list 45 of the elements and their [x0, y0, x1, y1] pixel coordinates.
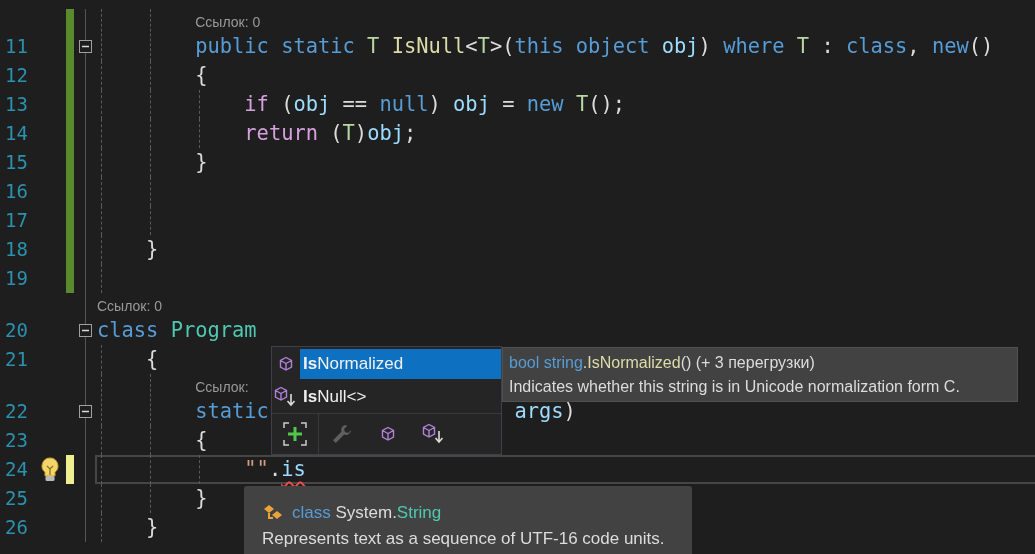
line-number: 24	[4, 457, 29, 482]
cube-arrow-icon	[274, 385, 298, 408]
line-number: 21	[4, 347, 29, 372]
code-line: {	[146, 347, 159, 371]
code-line: {	[195, 63, 208, 87]
type-description: Represents text as a sequence of UTF-16 code units.	[262, 528, 666, 550]
method-description: Indicates whether this string is in Unicode normalization form C.	[509, 377, 961, 397]
line-number: 12	[4, 63, 29, 88]
code-line: }	[195, 486, 208, 510]
line-number: 14	[4, 121, 29, 146]
completion-item[interactable]: IsNormalized	[300, 348, 501, 379]
collapse-icon[interactable]	[79, 324, 92, 337]
reference-count[interactable]: Ссылок: 0	[195, 14, 261, 30]
code-line: }	[195, 150, 208, 174]
code-line: }	[146, 237, 159, 261]
line-number: 19	[4, 266, 29, 291]
line-number: 25	[4, 486, 29, 511]
line-number: 17	[4, 208, 29, 233]
collapse-icon[interactable]	[79, 40, 92, 53]
line-number: 26	[4, 515, 29, 540]
reference-count[interactable]: Ссылок:	[195, 379, 249, 395]
code-line: public static T IsNull<T>(this object obj) where T : class, new()	[195, 34, 994, 58]
line-number: 23	[4, 428, 29, 453]
code-line: "".is	[244, 457, 306, 481]
line-number: 16	[4, 179, 29, 204]
type-name: class System.String	[292, 502, 442, 524]
code-line: if (obj == null) obj = new T();	[244, 92, 625, 116]
line-number: 11	[4, 34, 29, 59]
cube-icon	[278, 355, 294, 372]
line-number: 18	[4, 237, 29, 262]
line-number: 20	[4, 318, 29, 343]
cube-icon[interactable]	[380, 426, 396, 442]
line-number: 22	[4, 399, 29, 424]
code-line: {	[195, 428, 208, 452]
code-line: }	[146, 515, 159, 539]
line-number: 13	[4, 92, 29, 117]
code-line: return (T)obj;	[244, 121, 417, 145]
code-line: class Program	[97, 318, 257, 342]
expand-icon[interactable]	[283, 422, 307, 446]
cube-arrow-icon[interactable]	[422, 423, 446, 445]
collapse-icon[interactable]	[79, 405, 92, 418]
line-number: 15	[4, 150, 29, 175]
method-signature: bool string.IsNormalized() (+ 3 перегрузки)	[509, 353, 816, 373]
lightbulb-icon[interactable]	[39, 456, 60, 483]
reference-count[interactable]: Ссылок: 0	[97, 298, 162, 314]
